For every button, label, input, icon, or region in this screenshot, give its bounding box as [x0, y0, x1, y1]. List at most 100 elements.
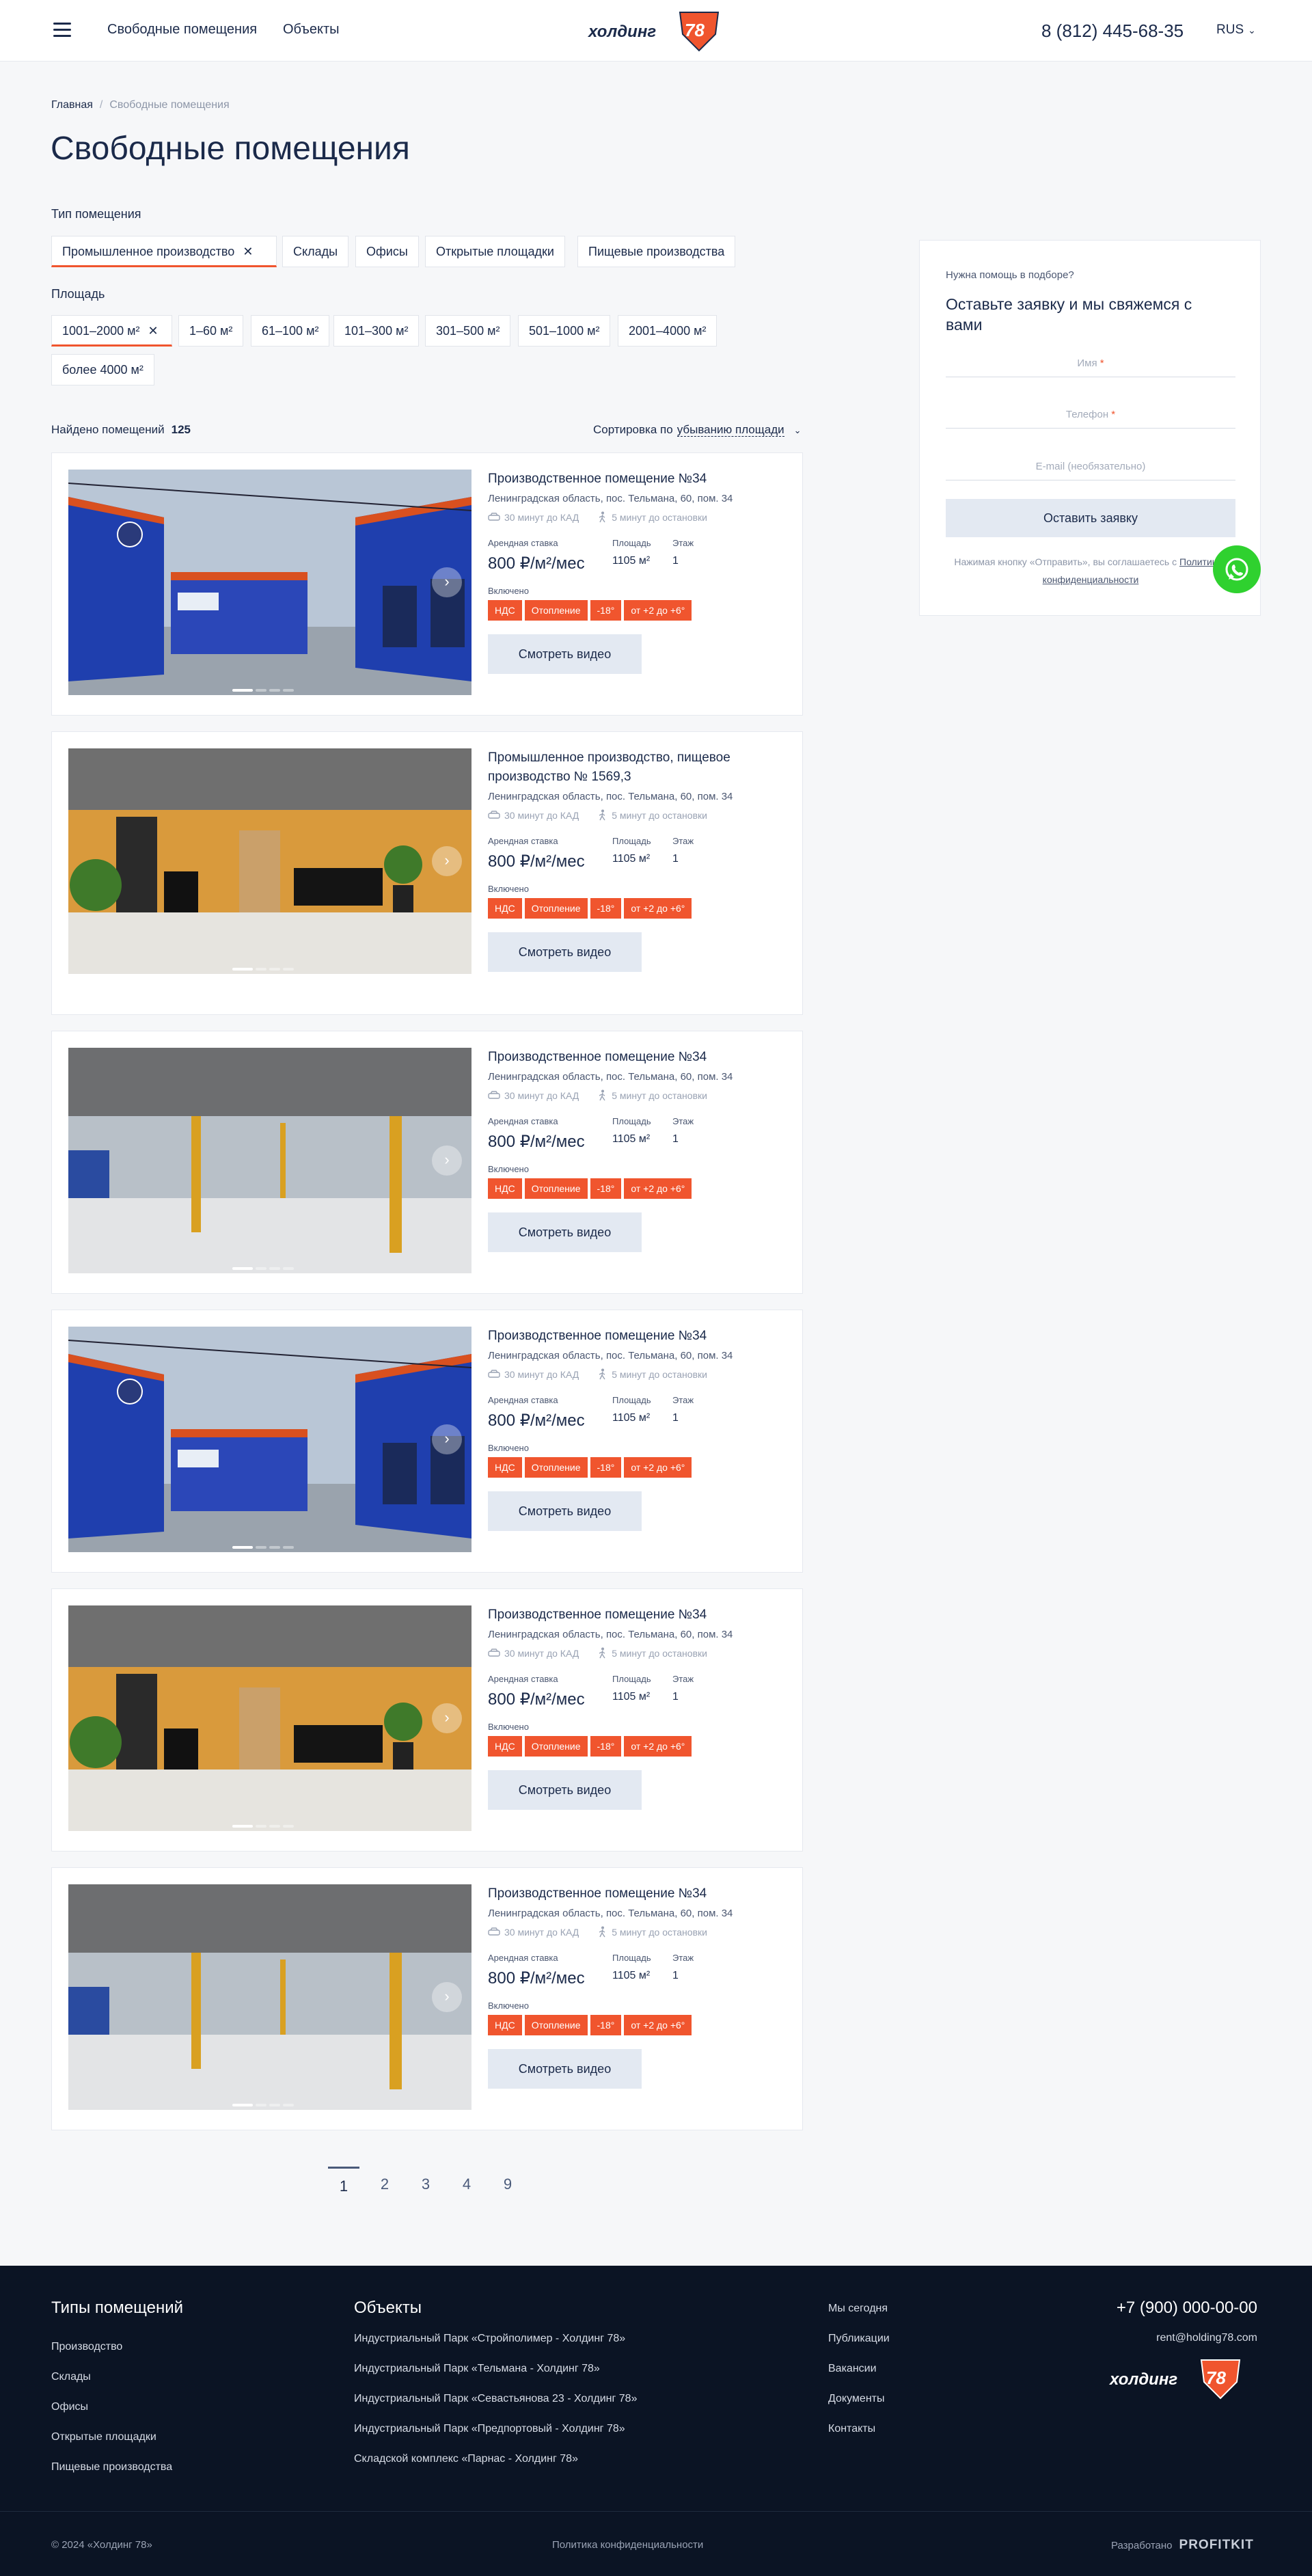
slider-dot[interactable] — [269, 968, 280, 971]
listing-title[interactable]: Промышленное производство, пищевое произ… — [488, 748, 789, 787]
language-selector[interactable]: RUS ⌄ — [1216, 23, 1256, 38]
listing-card[interactable]: › Производственное помещение №34 Ленинград… — [51, 1310, 803, 1573]
listing-card[interactable]: › Производственное помещение №34 Ленинград… — [51, 1588, 803, 1852]
area-chip-501-1000[interactable]: 501–1000 м² — [518, 315, 611, 347]
header-phone[interactable]: 8 (812) 445-68-35 — [1041, 21, 1184, 42]
slider-dot[interactable] — [283, 968, 294, 971]
footer-object-link[interactable]: Индустриальный Парк «Стройполимер - Холд… — [354, 2333, 625, 2345]
close-icon[interactable]: ✕ — [148, 324, 158, 338]
name-field[interactable]: Имя * — [946, 350, 1235, 377]
slider-dot[interactable] — [256, 689, 266, 692]
page-2[interactable]: 2 — [369, 2167, 400, 2201]
watch-video-button[interactable]: Смотреть видео — [488, 2049, 642, 2089]
chevron-down-icon[interactable]: ⌄ — [794, 425, 802, 435]
slider-dot[interactable] — [283, 689, 294, 692]
watch-video-button[interactable]: Смотреть видео — [488, 1212, 642, 1252]
chevron-right-icon[interactable]: › — [432, 1703, 462, 1733]
slider-dot[interactable] — [256, 2104, 266, 2106]
footer-company-link[interactable]: Контакты — [828, 2423, 875, 2435]
chevron-right-icon[interactable]: › — [432, 1982, 462, 2012]
listing-photo[interactable]: › — [68, 1048, 472, 1273]
listing-title[interactable]: Производственное помещение №34 — [488, 470, 789, 489]
footer-email[interactable]: rent@holding78.com — [1110, 2332, 1257, 2344]
listing-title[interactable]: Производственное помещение №34 — [488, 1884, 789, 1903]
submit-button[interactable]: Оставить заявку — [946, 499, 1235, 537]
page-3[interactable]: 3 — [410, 2167, 441, 2201]
nav-link-objects[interactable]: Объекты — [283, 22, 339, 38]
slider-dot[interactable] — [283, 1546, 294, 1549]
slider-dot[interactable] — [232, 968, 253, 971]
type-chip-warehouses[interactable]: Склады — [282, 236, 349, 267]
sort-control[interactable]: Сортировка по убыванию площади ⌄ — [593, 423, 802, 437]
watch-video-button[interactable]: Смотреть видео — [488, 932, 642, 972]
slider-dot[interactable] — [256, 968, 266, 971]
slider-dot[interactable] — [232, 1267, 253, 1270]
footer-type-link[interactable]: Склады — [51, 2371, 91, 2383]
page-1[interactable]: 1 — [328, 2167, 359, 2201]
listing-title[interactable]: Производственное помещение №34 — [488, 1605, 789, 1625]
slider-dot[interactable] — [283, 2104, 294, 2106]
area-chip-over-4000[interactable]: более 4000 м² — [51, 354, 154, 385]
area-chip-1-60[interactable]: 1–60 м² — [178, 315, 244, 347]
listing-photo[interactable]: › — [68, 470, 472, 695]
area-chip-61-100[interactable]: 61–100 м² — [251, 315, 330, 347]
slider-dot[interactable] — [256, 1546, 266, 1549]
whatsapp-icon[interactable] — [1213, 545, 1261, 593]
listing-title[interactable]: Производственное помещение №34 — [488, 1048, 789, 1067]
developer-logo[interactable]: PROFITKIT — [1179, 2538, 1254, 2552]
listing-title[interactable]: Производственное помещение №34 — [488, 1327, 789, 1346]
footer-object-link[interactable]: Индустриальный Парк «Предпортовый - Холд… — [354, 2423, 625, 2435]
watch-video-button[interactable]: Смотреть видео — [488, 1770, 642, 1810]
footer-object-link[interactable]: Индустриальный Парк «Севастьянова 23 - Х… — [354, 2393, 637, 2405]
type-chip-food[interactable]: Пищевые производства — [577, 236, 736, 267]
footer-policy-link[interactable]: Политика конфиденциальности — [552, 2539, 703, 2551]
slider-dot[interactable] — [283, 1267, 294, 1270]
slider-dot[interactable] — [232, 1546, 253, 1549]
slider-dot[interactable] — [269, 1546, 280, 1549]
listing-photo[interactable]: › — [68, 1327, 472, 1552]
slider-dot[interactable] — [256, 1825, 266, 1828]
phone-field[interactable]: Телефон * — [946, 401, 1235, 429]
footer-type-link[interactable]: Офисы — [51, 2401, 88, 2413]
watch-video-button[interactable]: Смотреть видео — [488, 634, 642, 674]
area-chip-2001-4000[interactable]: 2001–4000 м² — [618, 315, 718, 347]
sort-value[interactable]: убыванию площади — [676, 423, 784, 437]
listing-photo[interactable]: › — [68, 1605, 472, 1831]
slider-dot[interactable] — [269, 1267, 280, 1270]
footer-company-link[interactable]: Документы — [828, 2393, 884, 2405]
slider-dot[interactable] — [232, 2104, 253, 2106]
footer-type-link[interactable]: Открытые площадки — [51, 2431, 156, 2443]
footer-company-link[interactable]: Мы сегодня — [828, 2303, 888, 2315]
slider-dot[interactable] — [269, 689, 280, 692]
footer-phone[interactable]: +7 (900) 000-00-00 — [1110, 2299, 1257, 2318]
listing-card[interactable]: › Производственное помещение №34 Ленинград… — [51, 1031, 803, 1294]
footer-company-link[interactable]: Вакансии — [828, 2363, 877, 2375]
slider-dot[interactable] — [256, 1267, 266, 1270]
nav-link-free-spaces[interactable]: Свободные помещения — [107, 22, 257, 38]
footer-type-link[interactable]: Производство — [51, 2341, 122, 2353]
chevron-right-icon[interactable]: › — [432, 846, 462, 876]
chevron-right-icon[interactable]: › — [432, 1145, 462, 1176]
area-chip-301-500[interactable]: 301–500 м² — [425, 315, 511, 347]
watch-video-button[interactable]: Смотреть видео — [488, 1491, 642, 1531]
slider-dot[interactable] — [232, 689, 253, 692]
page-9[interactable]: 9 — [492, 2167, 523, 2201]
listing-card[interactable]: › Производственное помещение №34 Ленинград… — [51, 452, 803, 716]
area-chip-1001-2000[interactable]: 1001–2000 м² ✕ — [51, 315, 172, 347]
footer-object-link[interactable]: Индустриальный Парк «Тельмана - Холдинг … — [354, 2363, 600, 2375]
burger-icon[interactable] — [53, 23, 71, 38]
footer-type-link[interactable]: Пищевые производства — [51, 2461, 172, 2473]
page-4[interactable]: 4 — [451, 2167, 482, 2201]
listing-card[interactable]: › Производственное помещение №34 Ленинград… — [51, 1867, 803, 2130]
chevron-right-icon[interactable]: › — [432, 567, 462, 597]
holding78-logo[interactable]: холдинг 78 — [584, 7, 728, 55]
type-chip-offices[interactable]: Офисы — [355, 236, 419, 267]
slider-dot[interactable] — [232, 1825, 253, 1828]
listing-photo[interactable]: › — [68, 748, 472, 974]
listing-photo[interactable]: › — [68, 1884, 472, 2110]
footer-object-link[interactable]: Складской комплекс «Парнас - Холдинг 78» — [354, 2453, 578, 2465]
slider-dot[interactable] — [283, 1825, 294, 1828]
slider-dot[interactable] — [269, 1825, 280, 1828]
chevron-right-icon[interactable]: › — [432, 1424, 462, 1454]
footer-company-link[interactable]: Публикации — [828, 2333, 890, 2345]
